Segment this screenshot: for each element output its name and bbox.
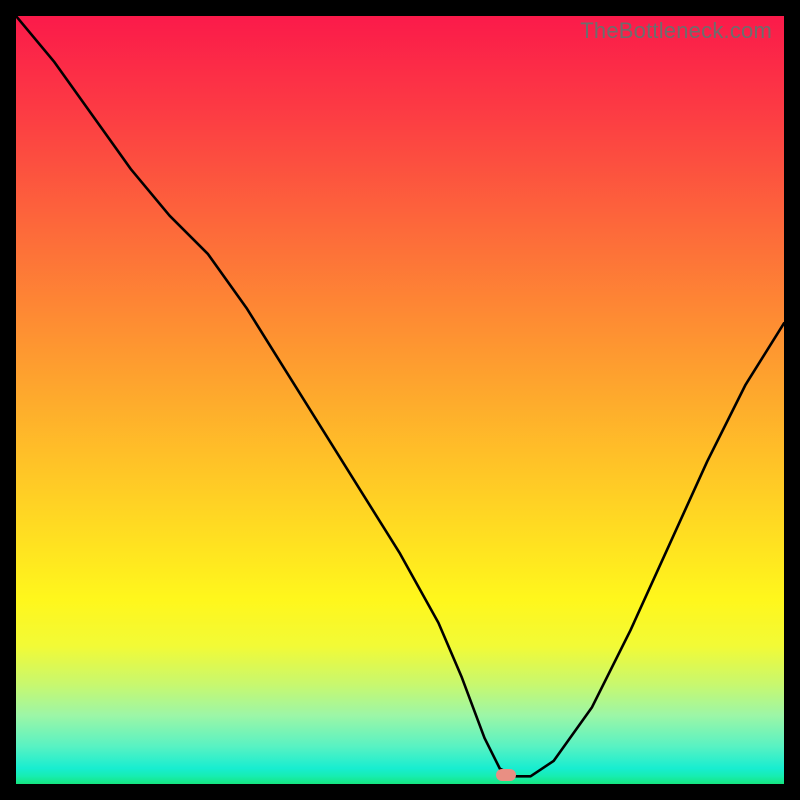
watermark-text: TheBottleneck.com: [580, 18, 772, 44]
curve-layer: [16, 16, 784, 784]
chart-container: TheBottleneck.com: [0, 0, 800, 800]
plot-area: TheBottleneck.com: [16, 16, 784, 784]
optimal-point-marker: [496, 769, 516, 781]
bottleneck-curve: [16, 16, 784, 776]
